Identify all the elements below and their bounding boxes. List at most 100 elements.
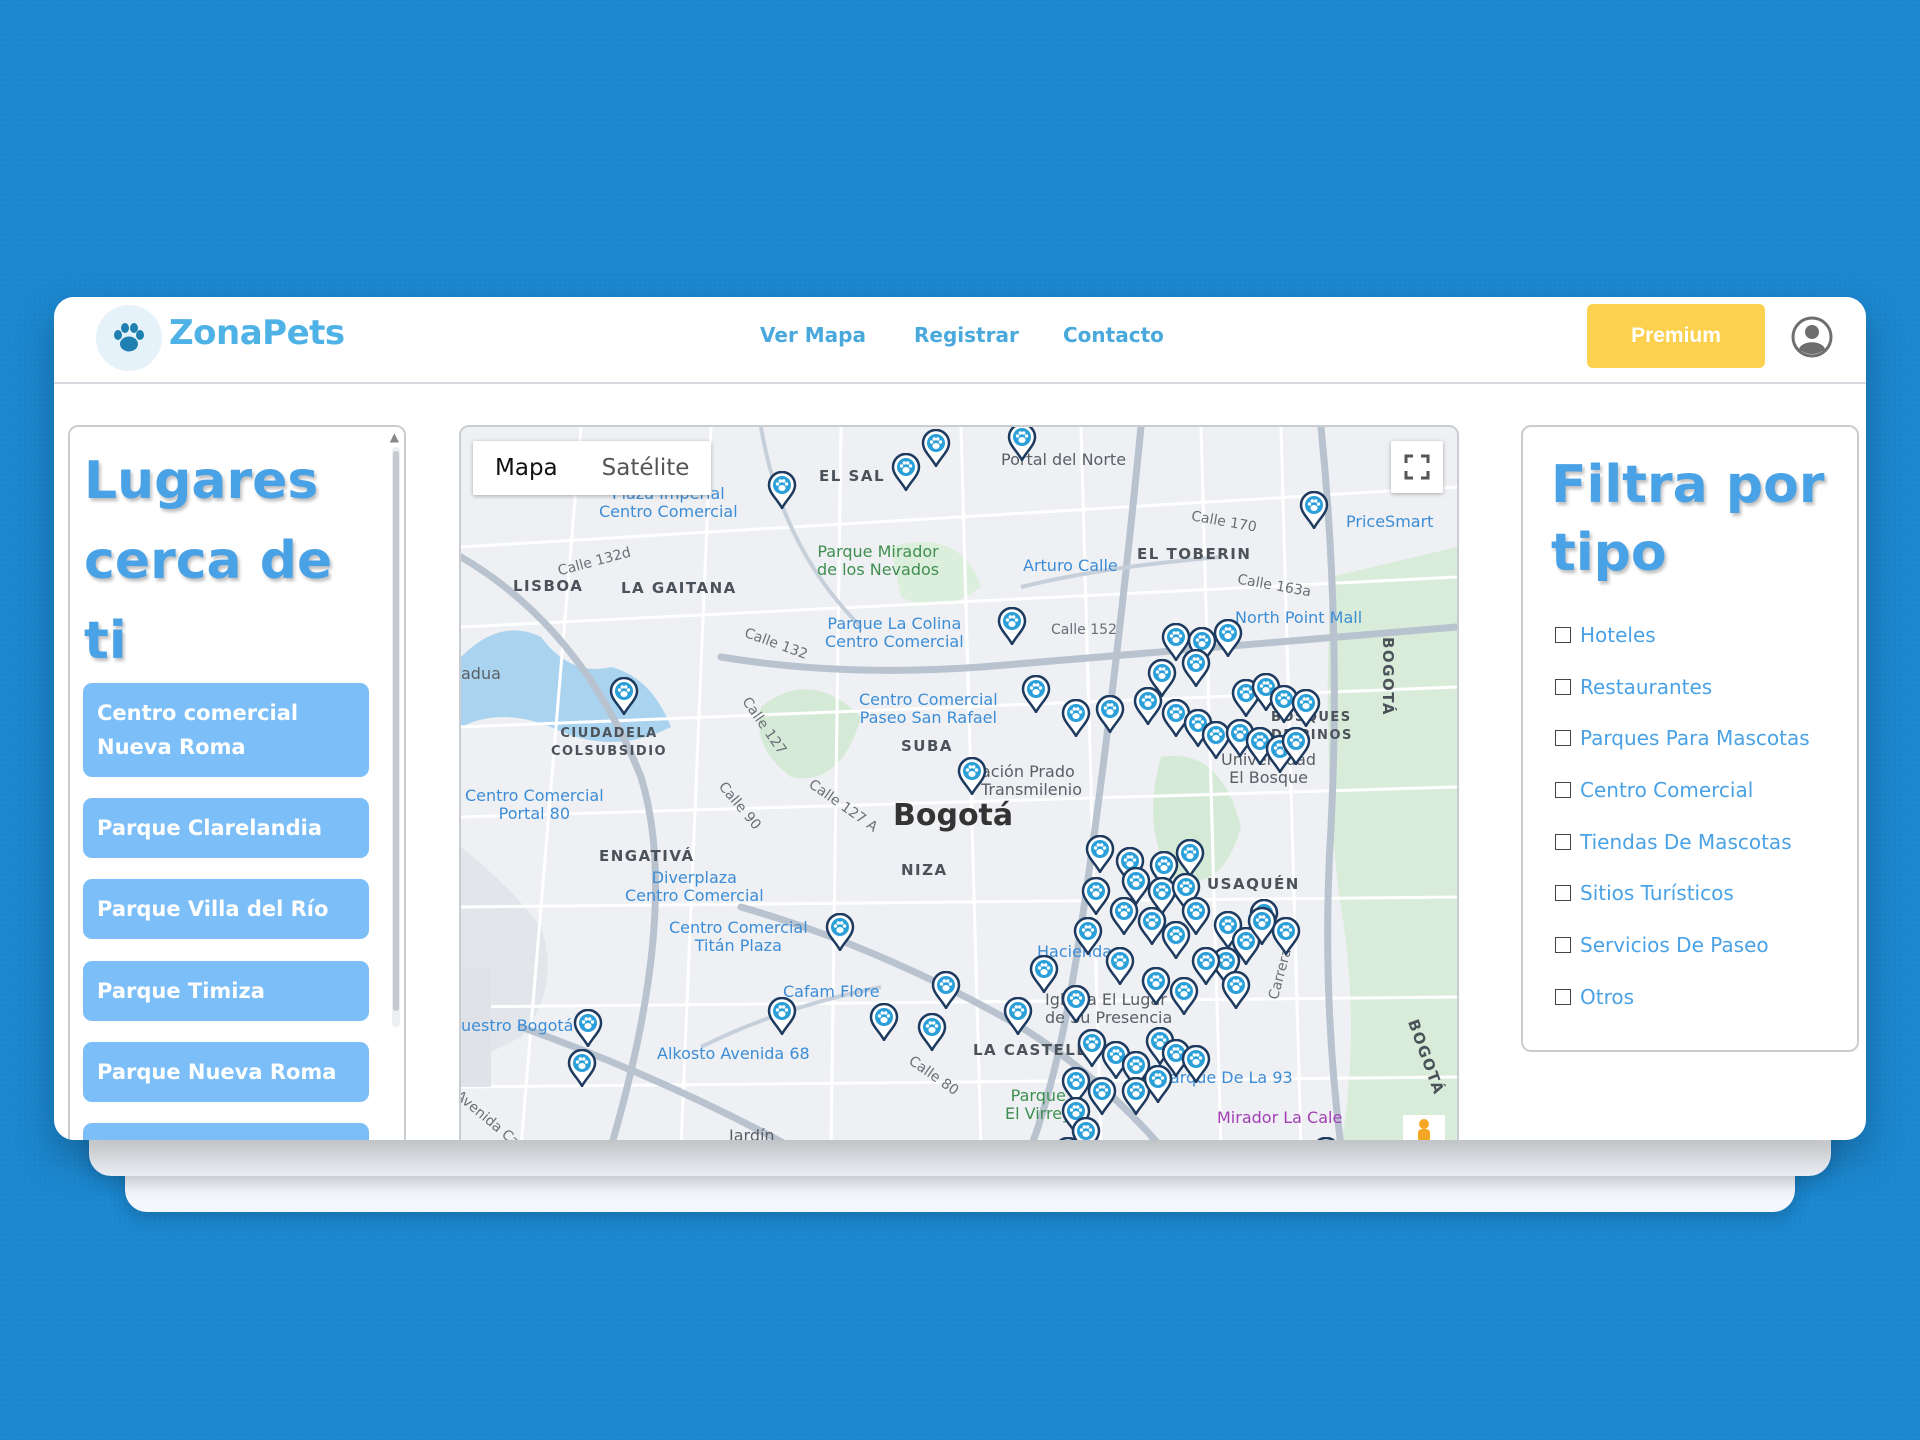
filter-paseo[interactable]: Servicios De Paseo	[1555, 933, 1769, 957]
map-type-satellite[interactable]: Satélite	[580, 441, 712, 495]
places-title: Lugares cerca de ti	[84, 451, 333, 671]
places-panel[interactable]: Lugares cerca de ti Centro comercial Nue…	[68, 425, 406, 1140]
filter-label: Tiendas De Mascotas	[1580, 830, 1792, 854]
paw-pin-icon[interactable]	[1141, 966, 1171, 1007]
map-label: Centro Comercial Paseo San Rafael	[859, 690, 998, 727]
paw-pin-icon[interactable]	[1073, 916, 1103, 957]
checkbox[interactable]	[1555, 782, 1571, 798]
checkbox[interactable]	[1555, 885, 1571, 901]
paw-pin-icon[interactable]	[1181, 1044, 1211, 1085]
scroll-up-arrow[interactable]: ▲	[390, 430, 399, 444]
paw-pin-icon[interactable]	[767, 996, 797, 1037]
paw-pin-icon[interactable]	[1291, 688, 1321, 729]
paw-pin-icon[interactable]	[609, 676, 639, 717]
paw-pin-icon[interactable]	[1281, 726, 1311, 767]
fullscreen-button[interactable]	[1391, 441, 1443, 493]
paw-pin-icon[interactable]	[573, 1008, 603, 1049]
paw-pin-icon[interactable]	[767, 470, 797, 511]
map-label: adua	[461, 664, 501, 683]
filter-label: Restaurantes	[1580, 675, 1713, 699]
logo-badge[interactable]	[96, 305, 162, 371]
user-circle-icon[interactable]	[1791, 316, 1833, 358]
filter-centro-comercial[interactable]: Centro Comercial	[1555, 778, 1753, 802]
filter-label: Hoteles	[1580, 623, 1656, 647]
paw-pin-icon[interactable]	[1061, 698, 1091, 739]
paw-pin-icon[interactable]	[825, 912, 855, 953]
paw-pin-icon[interactable]	[891, 452, 921, 493]
paw-pin-icon[interactable]	[1299, 490, 1329, 531]
paw-pin-icon[interactable]	[1109, 896, 1139, 937]
paw-pin-icon[interactable]	[1247, 906, 1277, 947]
paw-pin-icon[interactable]	[1181, 648, 1211, 689]
filter-parques[interactable]: Parques Para Mascotas	[1555, 726, 1810, 750]
paw-pin-icon[interactable]	[917, 1012, 947, 1053]
app-name[interactable]: ZonaPets	[169, 313, 345, 353]
paw-pin-icon[interactable]	[1191, 946, 1221, 987]
filter-otros[interactable]: Otros	[1555, 985, 1634, 1009]
checkbox[interactable]	[1555, 989, 1571, 1005]
pegman-button[interactable]	[1403, 1115, 1445, 1140]
paw-pin-icon[interactable]	[1143, 1064, 1173, 1105]
map-label: Centro Comercial Portal 80	[465, 786, 604, 823]
map-label: ación Prado Transmilenio	[981, 762, 1082, 799]
map-label: Alkosto Avenida 68	[657, 1044, 810, 1063]
paw-pin-icon[interactable]	[1087, 1076, 1117, 1117]
paw-pin-icon[interactable]	[1085, 834, 1115, 875]
map-label: Parque La Colina Centro Comercial	[825, 614, 964, 651]
paw-pin-icon[interactable]	[1105, 946, 1135, 987]
place-button[interactable]: Centro comercial Nueva Roma	[83, 683, 369, 777]
paw-pin-icon[interactable]	[1213, 618, 1243, 659]
paw-pin-icon[interactable]	[1221, 970, 1251, 1011]
map-type-map[interactable]: Mapa	[473, 441, 580, 495]
map-label: Centro Comercial Titán Plaza	[669, 918, 808, 955]
place-button-partial[interactable]	[83, 1123, 369, 1140]
map-label: EL TOBERIN	[1137, 545, 1252, 563]
scrollbar-thumb[interactable]	[393, 451, 399, 1011]
filter-sitios[interactable]: Sitios Turísticos	[1555, 881, 1734, 905]
checkbox[interactable]	[1555, 937, 1571, 953]
filter-tiendas[interactable]: Tiendas De Mascotas	[1555, 830, 1792, 854]
filter-restaurantes[interactable]: Restaurantes	[1555, 675, 1712, 699]
paw-pin-icon[interactable]	[1081, 876, 1111, 917]
paw-pin-icon[interactable]	[1003, 996, 1033, 1037]
map-type-toggle[interactable]: Mapa Satélite	[473, 441, 712, 495]
map-label: Parque Mirador de los Nevados	[817, 542, 940, 579]
map-label: Jardín	[729, 1126, 775, 1141]
paw-pin-icon[interactable]	[997, 606, 1027, 647]
place-button[interactable]: Parque Nueva Roma	[83, 1042, 369, 1102]
filter-label: Otros	[1580, 985, 1635, 1009]
place-button[interactable]: Parque Timiza	[83, 961, 369, 1021]
paw-pin-icon[interactable]	[869, 1002, 899, 1043]
paw-pin-icon[interactable]	[1133, 686, 1163, 727]
paw-pin-icon[interactable]	[567, 1048, 597, 1089]
checkbox[interactable]	[1555, 627, 1571, 643]
map-label: CIUDADELA COLSUBSIDIO	[551, 726, 668, 759]
paw-pin-icon[interactable]	[1007, 427, 1037, 463]
paw-pin-icon[interactable]	[931, 970, 961, 1011]
paw-pin-icon[interactable]	[1095, 694, 1125, 735]
map[interactable]: Portal del Norte EL SAL Plaza Imperial C…	[459, 425, 1459, 1140]
map-label: Mirador La Cale	[1217, 1108, 1343, 1127]
checkbox[interactable]	[1555, 679, 1571, 695]
filter-hoteles[interactable]: Hoteles	[1555, 623, 1656, 647]
paw-pin-icon[interactable]	[1053, 1136, 1083, 1140]
filter-label: Sitios Turísticos	[1580, 881, 1734, 905]
paw-pin-icon[interactable]	[1021, 674, 1051, 715]
nav-contacto[interactable]: Contacto	[1063, 323, 1164, 347]
paw-pin-icon[interactable]	[921, 428, 951, 469]
paw-pin-icon[interactable]	[1061, 984, 1091, 1025]
nav-ver-mapa[interactable]: Ver Mapa	[760, 323, 866, 347]
paw-pin-icon[interactable]	[1181, 896, 1211, 937]
filter-label: Servicios De Paseo	[1580, 933, 1769, 957]
paw-pin-icon[interactable]	[1311, 1136, 1341, 1140]
paw-pin-icon[interactable]	[1029, 954, 1059, 995]
nav-registrar[interactable]: Registrar	[914, 323, 1019, 347]
checkbox[interactable]	[1555, 834, 1571, 850]
premium-button[interactable]: Premium	[1587, 304, 1765, 368]
map-label: LA GAITANA	[621, 579, 737, 597]
place-button[interactable]: Parque Clarelandia	[83, 798, 369, 858]
checkbox[interactable]	[1555, 730, 1571, 746]
paw-pin-icon[interactable]	[957, 756, 987, 797]
place-button[interactable]: Parque Villa del Río	[83, 879, 369, 939]
paw-pin-icon[interactable]	[1175, 838, 1205, 879]
